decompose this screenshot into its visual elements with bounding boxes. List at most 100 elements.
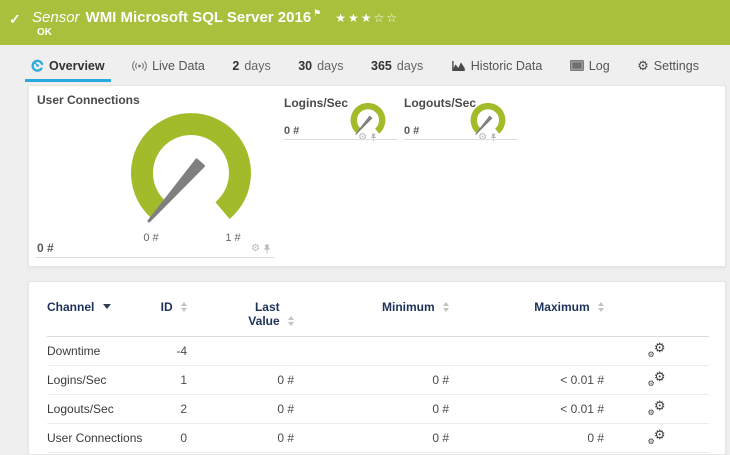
gauge-scale-max: 1 #	[225, 232, 241, 244]
priority-stars[interactable]: ★★★☆☆	[335, 11, 399, 25]
gauge-title: Logouts/Sec	[404, 96, 477, 110]
sort-icon	[598, 301, 604, 312]
gauge-title: Logins/Sec	[284, 96, 349, 110]
tab-label: Overview	[49, 58, 105, 73]
tab-number: 30	[298, 58, 313, 73]
minimum-value: 0 #	[294, 423, 449, 453]
channel-name[interactable]: Logins/Sec	[47, 365, 147, 395]
tab-label: Historic Data	[470, 58, 543, 73]
column-label: Minimum	[381, 300, 435, 314]
channels-table: Channel ID Last Value Minimum Maximum Do…	[47, 282, 709, 453]
gauge-value: 0 #	[284, 125, 300, 137]
column-header-minimum[interactable]: Minimum	[294, 282, 449, 337]
tab-settings[interactable]: ⚙ Settings	[631, 52, 705, 82]
maximum-value: 0 #	[449, 423, 604, 453]
tab-2-days[interactable]: 2 days	[226, 52, 276, 82]
last-value: 0 #	[187, 365, 294, 395]
sensor-kind-label: Sensor	[32, 9, 80, 26]
minimum-value: 0 #	[294, 394, 449, 424]
gauge-scale-min: 0 #	[143, 232, 159, 244]
gauge-value: 0 #	[404, 125, 420, 137]
sort-icon	[181, 301, 187, 312]
channel-name[interactable]: Logouts/Sec	[47, 394, 147, 424]
pin-icon[interactable]	[263, 244, 271, 254]
divider	[284, 139, 398, 140]
tab-bar: Overview Live Data 2 days 30 days 365 da…	[0, 52, 730, 82]
channel-id: 0	[147, 423, 187, 453]
channel-name[interactable]: Downtime	[47, 336, 147, 366]
last-value: 0 #	[187, 423, 294, 453]
status-check-icon: ✓	[9, 11, 21, 27]
sort-desc-icon	[102, 304, 111, 310]
maximum-value: < 0.01 #	[449, 365, 604, 395]
last-value: 0 #	[187, 394, 294, 424]
channel-settings-icon[interactable]: ⚙ ⚙	[648, 369, 666, 388]
channel-id: 1	[147, 365, 187, 395]
maximum-value	[449, 336, 604, 366]
gauge-settings-icon[interactable]: ⚙	[251, 243, 260, 254]
channel-name[interactable]: User Connections	[47, 423, 147, 453]
tab-label: Log	[588, 58, 610, 73]
tab-label: Settings	[653, 58, 699, 73]
pin-icon[interactable]	[370, 133, 377, 142]
divider	[404, 139, 518, 140]
sensor-header: ✓ Sensor WMI Microsoft SQL Server 2016 ⚑ ★★…	[0, 0, 730, 45]
tab-unit: days	[396, 58, 424, 73]
sort-icon	[288, 315, 294, 326]
minimum-value	[294, 336, 449, 366]
main-gauge-value: 0 #	[37, 241, 54, 255]
tab-unit: days	[317, 58, 344, 73]
priority-flag-icon[interactable]: ⚑	[313, 8, 321, 18]
channel-id: 2	[147, 394, 187, 424]
column-header-maximum[interactable]: Maximum	[449, 282, 604, 337]
user-connections-gauge	[131, 113, 251, 223]
tab-unit: days	[244, 58, 271, 73]
main-gauge-title: User Connections	[37, 93, 140, 107]
channel-settings-icon[interactable]: ⚙ ⚙	[648, 340, 666, 359]
column-label: Maximum	[534, 300, 590, 314]
table-row: Logouts/Sec 2 0 # 0 # < 0.01 # ⚙ ⚙	[47, 394, 709, 424]
logouts-gauge	[470, 102, 506, 135]
column-header-settings	[604, 282, 709, 337]
pin-icon[interactable]	[490, 133, 497, 142]
gauge-settings-icon[interactable]: ⚙	[358, 132, 367, 143]
tab-30-days[interactable]: 30 days	[292, 52, 349, 82]
tab-number: 2	[232, 58, 240, 73]
log-icon	[569, 60, 584, 71]
table-row: User Connections 0 0 # 0 # 0 # ⚙ ⚙	[47, 423, 709, 453]
channel-id: -4	[147, 336, 187, 366]
tab-overview[interactable]: Overview	[25, 52, 111, 82]
gauge-settings-icon[interactable]: ⚙	[478, 132, 487, 143]
column-label: Channel	[47, 300, 95, 314]
table-row: Downtime -4 ⚙ ⚙	[47, 336, 709, 366]
tab-365-days[interactable]: 365 days	[365, 52, 429, 82]
logouts-gauge-tile: Logouts/Sec 0 # ⚙	[404, 94, 518, 154]
gear-icon: ⚙	[637, 57, 649, 73]
column-label: Last Value	[248, 300, 280, 328]
historic-chart-icon	[451, 61, 465, 71]
logins-gauge-tile: Logins/Sec 0 # ⚙	[284, 94, 398, 154]
column-header-channel[interactable]: Channel	[47, 282, 147, 337]
last-value	[187, 336, 294, 366]
tab-label: Live Data	[152, 58, 205, 73]
channel-settings-icon[interactable]: ⚙ ⚙	[648, 398, 666, 417]
tab-live-data[interactable]: Live Data	[126, 52, 211, 82]
divider	[36, 257, 274, 258]
tab-number: 365	[371, 58, 392, 73]
sensor-status-badge: OK	[37, 27, 52, 38]
tab-historic-data[interactable]: Historic Data	[445, 52, 549, 82]
channels-table-panel: Channel ID Last Value Minimum Maximum Do…	[28, 281, 726, 455]
gauge-icon	[31, 59, 44, 72]
column-label: ID	[160, 300, 173, 314]
column-header-last-value[interactable]: Last Value	[187, 282, 294, 337]
minimum-value: 0 #	[294, 365, 449, 395]
logins-gauge	[350, 102, 386, 135]
gauges-panel: User Connections 0 # 1 # 0 # ⚙ Logins/Se…	[28, 85, 726, 267]
maximum-value: < 0.01 #	[449, 394, 604, 424]
column-header-id[interactable]: ID	[147, 282, 187, 337]
table-row: Logins/Sec 1 0 # 0 # < 0.01 # ⚙ ⚙	[47, 365, 709, 395]
tab-log[interactable]: Log	[564, 52, 616, 82]
channel-settings-icon[interactable]: ⚙ ⚙	[648, 427, 666, 446]
sort-icon	[443, 301, 449, 312]
live-data-icon	[132, 60, 147, 71]
